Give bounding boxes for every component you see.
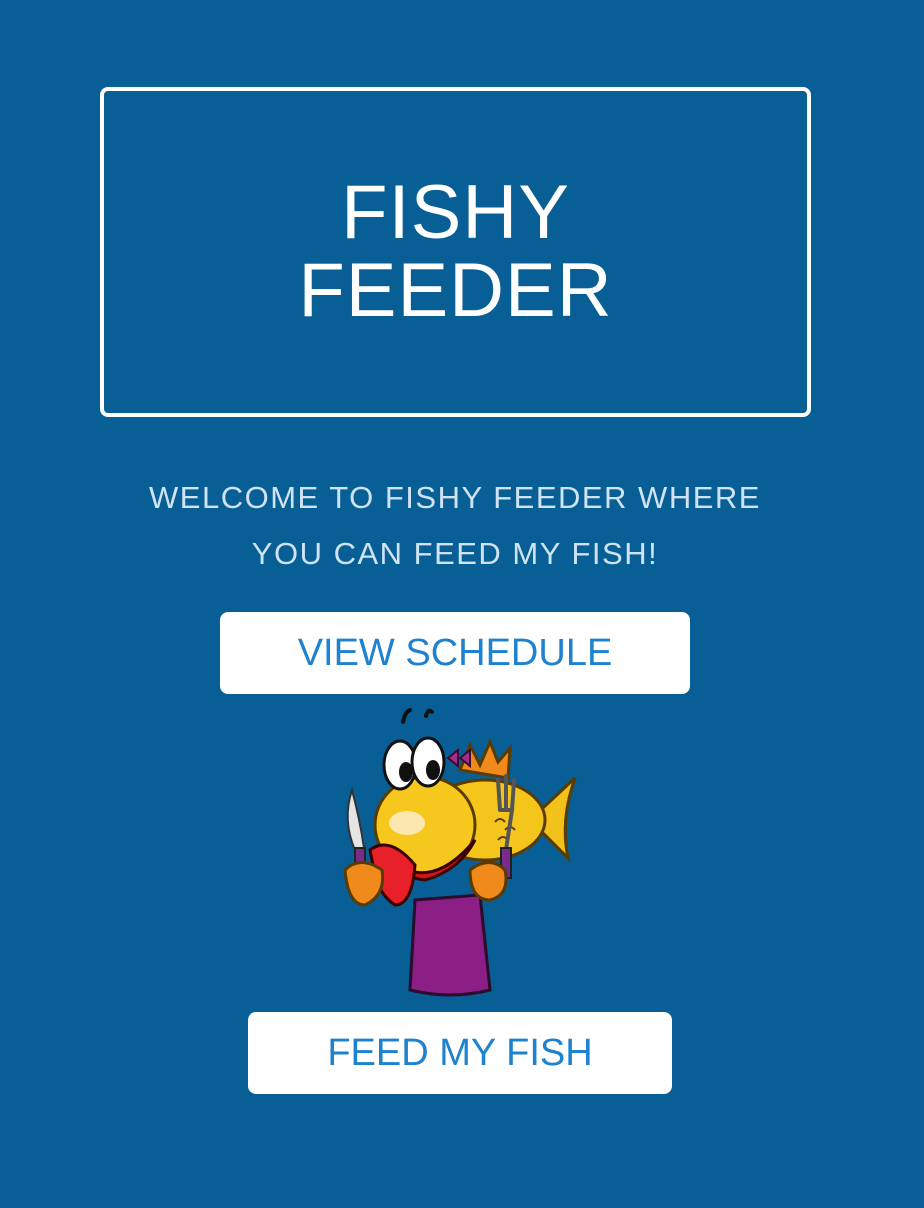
title-line-2: FEEDER bbox=[298, 248, 613, 333]
welcome-line-2: YOU CAN FEED MY FISH! bbox=[251, 536, 659, 571]
welcome-line-1: WELCOME TO FISHY FEEDER WHERE bbox=[149, 480, 761, 515]
feed-my-fish-button[interactable]: FEED MY FISH bbox=[248, 1012, 672, 1094]
hungry-fish-icon bbox=[320, 700, 600, 1000]
title-line-1: FISHY bbox=[341, 170, 570, 255]
view-schedule-button[interactable]: VIEW SCHEDULE bbox=[220, 612, 690, 694]
welcome-message: WELCOME TO FISHY FEEDER WHERE YOU CAN FE… bbox=[100, 470, 810, 582]
title-box: FISHY FEEDER bbox=[100, 87, 811, 417]
page: FISHY FEEDER WELCOME TO FISHY FEEDER WHE… bbox=[0, 0, 924, 1208]
